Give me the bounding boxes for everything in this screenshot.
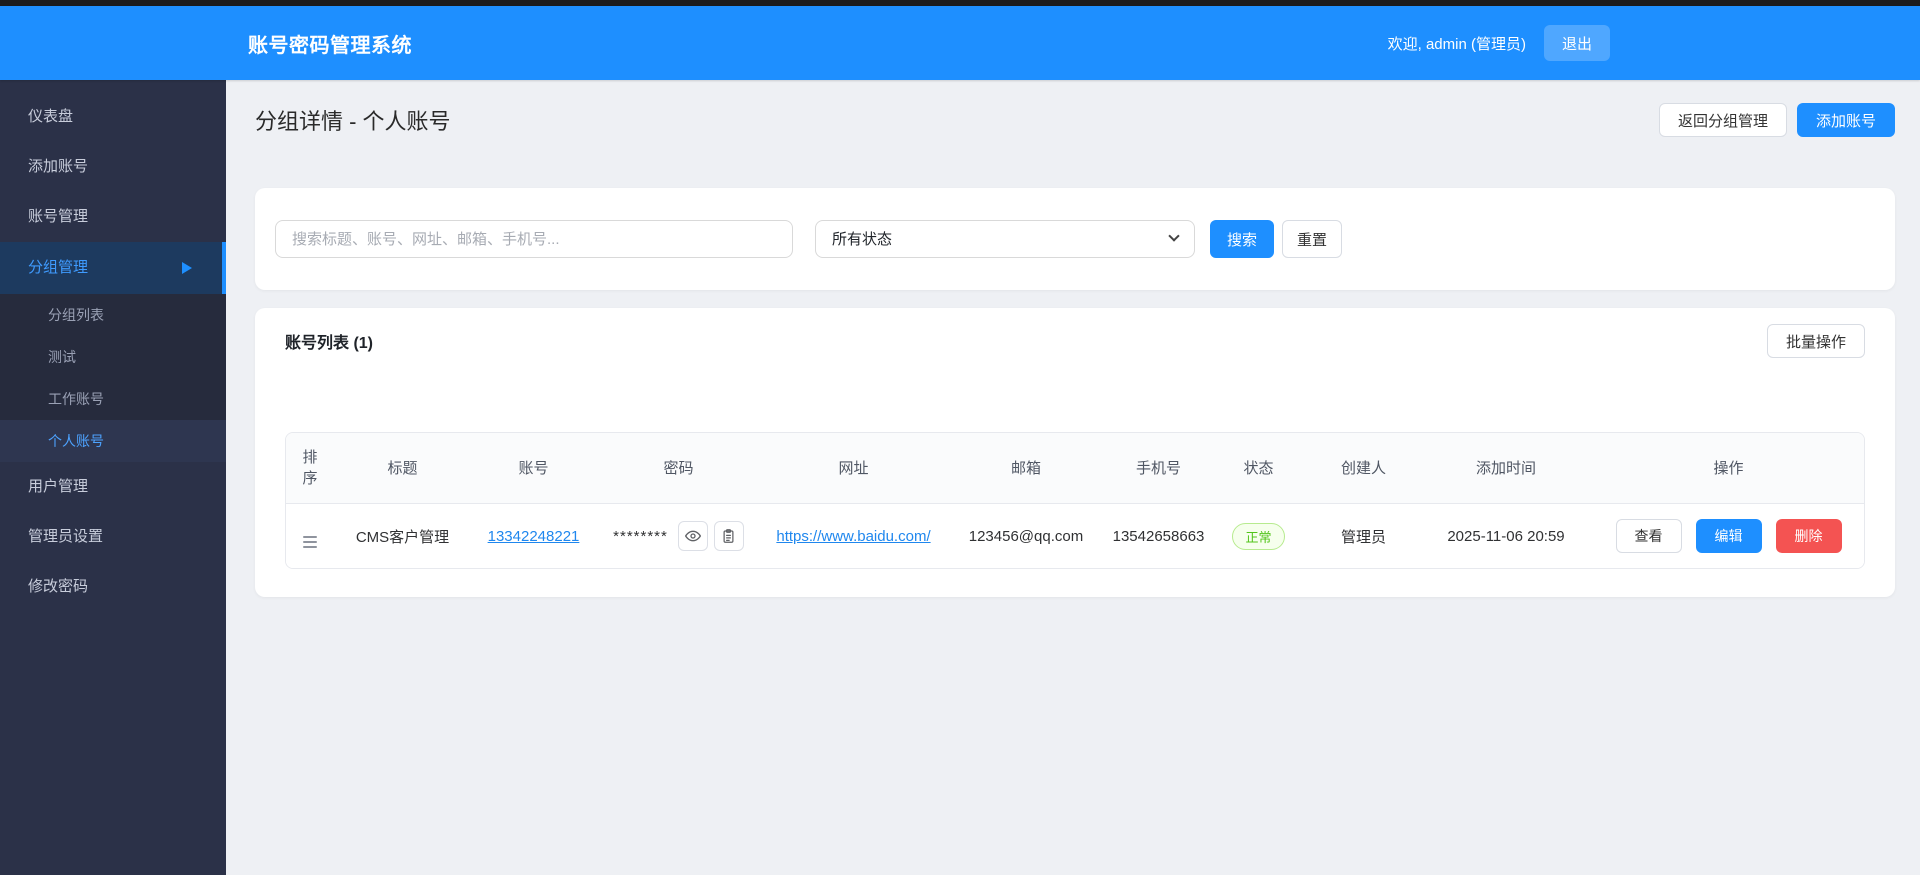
column-header-sort: 排序 — [286, 433, 334, 504]
triangle-right-icon — [182, 262, 192, 274]
cell-title: CMS客户管理 — [334, 503, 471, 568]
search-input[interactable] — [275, 220, 793, 258]
clipboard-icon — [723, 529, 734, 543]
sidebar-item-group-management[interactable]: 分组管理 — [0, 242, 226, 294]
account-list-header: 账号列表 (1) 批量操作 — [285, 324, 1865, 358]
url-link[interactable]: https://www.baidu.com/ — [776, 528, 930, 545]
drag-handle-icon[interactable] — [303, 535, 317, 548]
search-button[interactable]: 搜索 — [1210, 220, 1275, 258]
cell-status: 正常 — [1211, 503, 1306, 568]
cell-phone: 13542658663 — [1106, 503, 1211, 568]
search-filter-card: 所有状态 搜索 重置 — [255, 188, 1895, 290]
sidebar-subitem-group-list[interactable]: 分组列表 — [0, 294, 226, 336]
sidebar-item-label: 分组管理 — [28, 259, 89, 276]
sidebar-subitem-work-accounts[interactable]: 工作账号 — [0, 378, 226, 420]
cell-creator: 管理员 — [1306, 503, 1421, 568]
eye-icon — [684, 530, 701, 542]
account-link[interactable]: 13342248221 — [488, 528, 580, 545]
column-header-account: 账号 — [471, 433, 596, 504]
header-user-area: 欢迎, admin (管理员) 退出 — [1388, 6, 1610, 80]
page-head: 分组详情 - 个人账号 返回分组管理 添加账号 — [255, 103, 1895, 137]
accounts-table: 排序 标题 账号 密码 网址 邮箱 手机号 状态 创建人 添加时间 操作 CMS… — [286, 433, 1864, 568]
column-header-phone: 手机号 — [1106, 433, 1211, 504]
cell-account: 13342248221 — [471, 503, 596, 568]
sidebar-item-user-management[interactable]: 用户管理 — [0, 462, 226, 512]
cell-sort — [286, 503, 334, 568]
app-title: 账号密码管理系统 — [248, 34, 412, 57]
page-actions: 返回分组管理 添加账号 — [1658, 103, 1895, 137]
account-list-title: 账号列表 (1) — [285, 335, 374, 352]
column-header-url: 网址 — [761, 433, 946, 504]
cell-url: https://www.baidu.com/ — [761, 503, 946, 568]
edit-button[interactable]: 编辑 — [1695, 519, 1762, 553]
logout-button[interactable]: 退出 — [1543, 25, 1610, 61]
show-password-button[interactable] — [677, 521, 708, 551]
sidebar-item-add-account[interactable]: 添加账号 — [0, 142, 226, 192]
table-header-row: 排序 标题 账号 密码 网址 邮箱 手机号 状态 创建人 添加时间 操作 — [286, 433, 1864, 504]
status-filter-wrap: 所有状态 — [815, 220, 1195, 258]
cell-password: ******** — [596, 503, 761, 568]
masked-password: ******** — [613, 527, 668, 545]
column-header-title: 标题 — [334, 433, 471, 504]
sidebar-item-dashboard[interactable]: 仪表盘 — [0, 92, 226, 142]
column-header-password: 密码 — [596, 433, 761, 504]
sidebar: 仪表盘 添加账号 账号管理 分组管理 分组列表 测试 工作账号 个人账号 用户管… — [0, 80, 226, 875]
copy-password-button[interactable] — [713, 521, 744, 551]
column-header-status: 状态 — [1211, 433, 1306, 504]
sidebar-subitem-test[interactable]: 测试 — [0, 336, 226, 378]
main-content: 分组详情 - 个人账号 返回分组管理 添加账号 所有状态 搜索 重置 — [226, 80, 1920, 875]
column-header-email: 邮箱 — [946, 433, 1106, 504]
status-filter-select[interactable]: 所有状态 — [815, 220, 1195, 258]
account-list-card: 账号列表 (1) 批量操作 排序 标题 账号 密码 网址 邮箱 手机号 状态 创… — [255, 308, 1895, 597]
column-header-created-at: 添加时间 — [1421, 433, 1591, 504]
sidebar-item-admin-settings[interactable]: 管理员设置 — [0, 512, 226, 562]
delete-button[interactable]: 删除 — [1775, 519, 1842, 553]
cell-created-at: 2025-11-06 20:59 — [1421, 503, 1591, 568]
app-header: 账号密码管理系统 欢迎, admin (管理员) 退出 — [0, 6, 1920, 80]
accounts-table-wrap: 排序 标题 账号 密码 网址 邮箱 手机号 状态 创建人 添加时间 操作 CMS… — [285, 432, 1865, 569]
sidebar-item-account-management[interactable]: 账号管理 — [0, 192, 226, 242]
cell-actions: 查看 编辑 删除 — [1591, 503, 1864, 568]
screen: 账号密码管理系统 欢迎, admin (管理员) 退出 仪表盘 添加账号 账号管… — [0, 0, 1920, 875]
sidebar-submenu-groups: 分组列表 测试 工作账号 个人账号 — [0, 294, 226, 462]
page-title: 分组详情 - 个人账号 — [255, 109, 451, 134]
add-account-button[interactable]: 添加账号 — [1796, 103, 1895, 137]
table-row: CMS客户管理 13342248221 ******** https://www… — [286, 503, 1864, 568]
reset-button[interactable]: 重置 — [1282, 220, 1343, 258]
batch-actions-button[interactable]: 批量操作 — [1766, 324, 1865, 358]
body-wrap: 仪表盘 添加账号 账号管理 分组管理 分组列表 测试 工作账号 个人账号 用户管… — [0, 80, 1920, 875]
cell-email: 123456@qq.com — [946, 503, 1106, 568]
sidebar-item-change-password[interactable]: 修改密码 — [0, 562, 226, 612]
sidebar-subitem-personal-accounts[interactable]: 个人账号 — [0, 420, 226, 462]
back-to-groups-button[interactable]: 返回分组管理 — [1658, 103, 1787, 137]
view-button[interactable]: 查看 — [1615, 519, 1682, 553]
column-header-creator: 创建人 — [1306, 433, 1421, 504]
status-badge: 正常 — [1232, 522, 1285, 550]
column-header-actions: 操作 — [1591, 433, 1864, 504]
welcome-text: 欢迎, admin (管理员) — [1387, 35, 1526, 53]
